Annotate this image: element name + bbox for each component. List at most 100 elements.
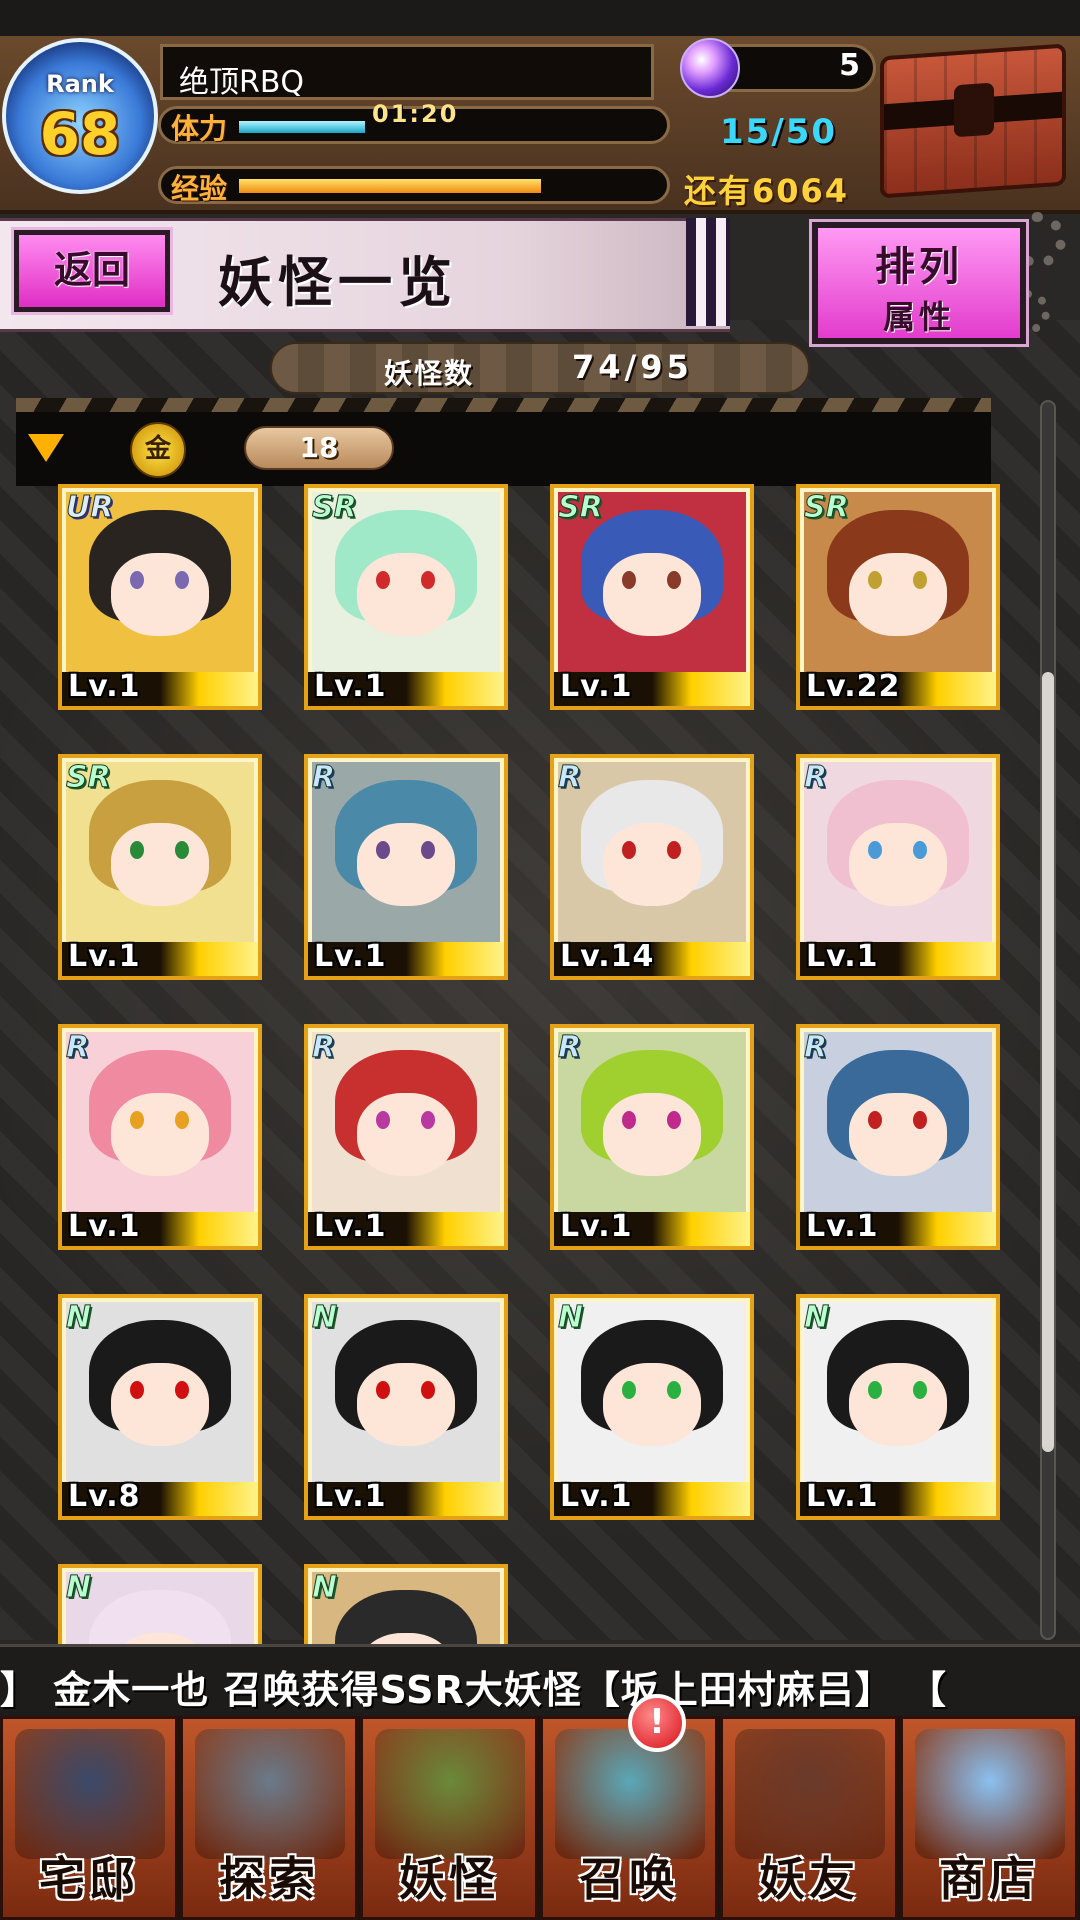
yokai-card[interactable]: SR Lv.22 [796, 484, 1000, 710]
yokai-portrait [66, 1032, 254, 1212]
yokai-portrait [312, 1572, 500, 1644]
rarity-badge: R [803, 1030, 828, 1066]
mansion-icon [15, 1729, 165, 1859]
yokai-portrait [312, 762, 500, 942]
yokai-card[interactable]: R Lv.1 [796, 1024, 1000, 1250]
yokai-grid: UR Lv.1 SR Lv.1 SR Lv.1 SR Lv.22 SR Lv.1 R Lv.1 R Lv.… [58, 484, 1018, 1644]
yokai-card[interactable]: R Lv.1 [550, 1024, 754, 1250]
card-level: Lv.8 [68, 1479, 141, 1514]
yokai-card[interactable]: R Lv.14 [550, 754, 754, 980]
chest-knot [954, 82, 994, 138]
rarity-badge: R [557, 760, 582, 796]
yokai-portrait [558, 1302, 746, 1482]
stamina-value: 15/50 [720, 112, 838, 152]
yokai-card[interactable]: N Lv.8 [58, 1294, 262, 1520]
nav-item-3[interactable]: 召唤 [540, 1716, 718, 1920]
rarity-badge: SR [312, 490, 358, 526]
rarity-badge: N [65, 1570, 92, 1606]
card-level: Lv.1 [806, 1479, 879, 1514]
sort-button[interactable]: 排列 属性 [809, 219, 1029, 347]
portrait-eye [375, 1381, 390, 1400]
page-title: 妖怪一览 [218, 251, 458, 314]
notification-badge: ! [628, 1694, 686, 1752]
pentagram-icon [555, 1729, 705, 1859]
yokai-portrait [312, 1302, 500, 1482]
ticker-text: 】 金木一也 召唤获得SSR大妖怪【坂上田村麻吕】 【 [0, 1668, 947, 1712]
rank-badge[interactable]: Rank 68 [2, 38, 158, 194]
nav-label: 召唤 [579, 1852, 679, 1906]
rarity-badge: N [803, 1300, 830, 1336]
yokai-card[interactable]: N [304, 1564, 508, 1644]
rank-label: Rank [46, 70, 114, 98]
scroll-icon [375, 1729, 525, 1859]
yokai-card[interactable]: N Lv.1 [550, 1294, 754, 1520]
rarity-badge: SR [804, 490, 850, 526]
portrait-eye [375, 841, 390, 860]
card-level: Lv.1 [68, 939, 141, 974]
yokai-card[interactable]: SR Lv.1 [304, 484, 508, 710]
sort-value: 属性 [882, 298, 955, 336]
portrait-face [111, 1093, 209, 1176]
rarity-badge: SR [66, 760, 112, 796]
portrait-eye [129, 841, 144, 860]
rank-value: 68 [39, 100, 121, 168]
yokai-portrait [558, 1032, 746, 1212]
card-level: Lv.1 [68, 1209, 141, 1244]
yokai-card[interactable]: R Lv.1 [304, 1024, 508, 1250]
rarity-badge: N [557, 1300, 584, 1336]
rarity-badge: N [311, 1570, 338, 1606]
yokai-card[interactable]: SR Lv.1 [550, 484, 754, 710]
scrollbar-thumb[interactable] [1042, 672, 1054, 1452]
yokai-card[interactable]: R Lv.1 [58, 1024, 262, 1250]
rarity-badge: SR [558, 490, 604, 526]
exp-remaining: 还有6064 [684, 172, 850, 210]
dropdown-arrow-icon[interactable] [28, 434, 64, 462]
yokai-card[interactable]: N Lv.1 [796, 1294, 1000, 1520]
yokai-card[interactable]: N Lv.1 [304, 1294, 508, 1520]
nav-item-1[interactable]: 探索 [180, 1716, 358, 1920]
nav-label: 商店 [939, 1852, 1039, 1906]
card-level: Lv.1 [806, 939, 879, 974]
filter-level-pill[interactable]: 18 [244, 426, 394, 470]
rarity-badge: R [803, 760, 828, 796]
portrait-eye [621, 1111, 636, 1130]
portrait-face [603, 1363, 701, 1446]
card-level: Lv.1 [314, 939, 387, 974]
nav-item-4[interactable]: 妖友 [720, 1716, 898, 1920]
card-level: Lv.1 [314, 669, 387, 704]
player-name: 绝顶RBQ [179, 65, 305, 100]
nav-item-2[interactable]: 妖怪 [360, 1716, 538, 1920]
gold-attribute-icon[interactable]: 金 [130, 422, 186, 478]
nav-item-5[interactable]: 商店 [900, 1716, 1078, 1920]
nav-item-0[interactable]: 宅邸 [0, 1716, 178, 1920]
magnifier-icon [195, 1729, 345, 1859]
yokai-card[interactable]: SR Lv.1 [58, 754, 262, 980]
yokai-card[interactable]: R Lv.1 [304, 754, 508, 980]
yokai-count-value: 74/95 [572, 348, 693, 386]
yokai-card[interactable]: N [58, 1564, 262, 1644]
yokai-portrait [804, 1032, 992, 1212]
portrait-eye [621, 841, 636, 860]
title-stripe-decoration [686, 218, 730, 326]
exp-label: 经验 [171, 172, 228, 205]
treasure-chest-icon[interactable] [880, 43, 1066, 199]
portrait-face [603, 823, 701, 906]
stamina-bar-fill [239, 121, 365, 133]
stamina-label: 体力 [171, 112, 228, 145]
stamina-timer: 01:20 [372, 100, 459, 128]
nav-label: 宅邸 [39, 1852, 139, 1906]
yokai-portrait [312, 1032, 500, 1212]
portrait-eye [867, 1381, 882, 1400]
yokai-card[interactable]: R Lv.1 [796, 754, 1000, 980]
card-level: Lv.14 [560, 939, 655, 974]
card-level: Lv.1 [806, 1209, 879, 1244]
rarity-badge: R [311, 760, 336, 796]
yokai-card[interactable]: UR Lv.1 [58, 484, 262, 710]
portrait-face [357, 1093, 455, 1176]
exp-bar-fill [239, 179, 541, 193]
announcement-ticker: 】 金木一也 召唤获得SSR大妖怪【坂上田村麻吕】 【 [0, 1644, 1080, 1720]
orb-count: 5 [839, 48, 860, 83]
portrait-face [357, 553, 455, 636]
portrait-eye [867, 841, 882, 860]
back-button[interactable]: 返回 [11, 227, 173, 315]
